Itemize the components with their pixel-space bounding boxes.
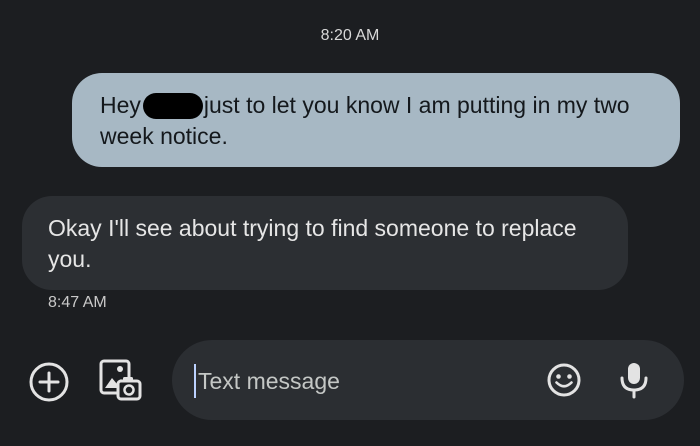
- add-attachment-button[interactable]: [27, 360, 71, 404]
- add-circle-icon: [29, 362, 69, 402]
- microphone-icon: [620, 363, 648, 399]
- sent-message-prefix: Hey: [100, 92, 141, 118]
- gallery-button[interactable]: [98, 358, 144, 404]
- microphone-button[interactable]: [616, 360, 652, 400]
- redaction-mark: [142, 93, 203, 119]
- received-message-text: Okay I'll see about trying to find someo…: [48, 215, 577, 272]
- received-message-bubble[interactable]: Okay I'll see about trying to find someo…: [22, 196, 628, 290]
- received-timestamp: 8:47 AM: [48, 294, 107, 311]
- emoji-icon: [547, 363, 581, 397]
- compose-bar: [172, 340, 684, 420]
- gallery-icon: [99, 359, 142, 401]
- emoji-button[interactable]: [546, 362, 582, 398]
- sent-message-bubble[interactable]: Hey just to let you know I am putting in …: [72, 73, 680, 167]
- sent-timestamp: 8:20 AM: [320, 27, 380, 44]
- message-input[interactable]: [194, 364, 530, 398]
